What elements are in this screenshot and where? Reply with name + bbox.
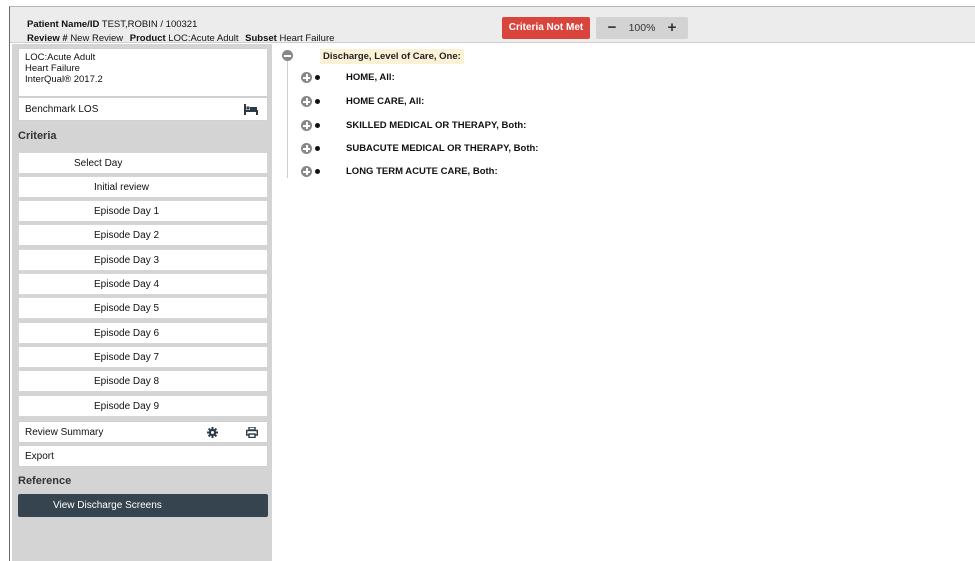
day-label: Episode Day 3 [94,255,160,266]
day-label: Episode Day 4 [94,279,160,290]
select-day-label: Select Day [74,158,123,169]
day-label: Episode Day 5 [94,303,160,314]
tree-root-label: Discharge, Level of Care, One: [320,49,464,64]
tree-node-label: HOME, All: [346,72,395,83]
product-info-card: LOC:Acute Adult Heart Failure InterQual®… [18,48,268,97]
day-episode-5[interactable]: Episode Day 5 [18,297,268,319]
export-button[interactable]: Export [18,445,268,467]
subset-value: Heart Failure [279,33,335,44]
zoom-out-button[interactable]: − [604,17,620,39]
select-day-button[interactable]: Select Day [18,152,268,174]
criteria-tree: Discharge, Level of Care, One: HOME, All… [272,44,972,544]
day-episode-9[interactable]: Episode Day 9 [18,395,268,417]
bullet-icon [315,75,320,80]
day-episode-8[interactable]: Episode Day 8 [18,370,268,392]
bed-icon[interactable] [244,104,258,115]
day-label: Episode Day 9 [94,401,160,412]
expand-icon[interactable] [301,166,312,177]
day-label: Episode Day 8 [94,376,160,387]
patient-value: TEST,ROBIN / 100321 [101,19,198,30]
info-line-product: LOC:Acute Adult [25,52,96,63]
patient-label: Patient Name/ID [27,19,100,30]
benchmark-los-button[interactable]: Benchmark LOS [18,97,268,121]
bullet-icon [315,99,320,104]
review-value: New Review [70,33,124,44]
sidebar: LOC:Acute Adult Heart Failure InterQual®… [12,44,272,561]
expand-icon[interactable] [301,72,312,83]
day-label: Episode Day 7 [94,352,160,363]
review-line: Review # New Review Product LOC:Acute Ad… [27,33,334,44]
subset-label: Subset [245,33,277,44]
bullet-icon [315,146,320,151]
day-label: Initial review [94,182,150,193]
info-line-version: InterQual® 2017.2 [25,74,103,85]
day-episode-3[interactable]: Episode Day 3 [18,249,268,271]
tree-node-label: SUBACUTE MEDICAL OR THERAPY, Both: [346,143,539,154]
zoom-in-button[interactable]: + [664,17,680,39]
product-value: LOC:Acute Adult [168,33,239,44]
reference-heading: Reference [18,475,72,487]
criteria-status-badge[interactable]: Criteria Not Met [502,17,590,39]
day-episode-2[interactable]: Episode Day 2 [18,224,268,246]
patient-line: Patient Name/ID TEST,ROBIN / 100321 [27,19,197,30]
day-episode-6[interactable]: Episode Day 6 [18,322,268,344]
zoom-level: 100% [628,22,656,34]
tree-connector [287,54,288,178]
day-label: Episode Day 6 [94,328,160,339]
zoom-control: − 100% + [596,17,688,39]
review-summary-label: Review Summary [25,427,104,438]
tree-node-label: LONG TERM ACUTE CARE, Both: [346,166,498,177]
criteria-heading: Criteria [18,130,57,142]
review-summary-button[interactable]: Review Summary [18,421,268,443]
expand-icon[interactable] [301,96,312,107]
day-label: Episode Day 2 [94,230,160,241]
gear-icon[interactable] [207,427,218,438]
review-label: Review # [27,33,68,44]
product-label: Product [129,33,166,44]
expand-icon[interactable] [301,143,312,154]
day-episode-7[interactable]: Episode Day 7 [18,346,268,368]
benchmark-los-label: Benchmark LOS [25,104,99,115]
collapse-icon[interactable] [282,50,293,61]
print-icon[interactable] [246,427,258,438]
day-initial-review[interactable]: Initial review [18,176,268,198]
day-label: Episode Day 1 [94,206,160,217]
export-label: Export [25,451,54,462]
day-episode-4[interactable]: Episode Day 4 [18,273,268,295]
bullet-icon [315,123,320,128]
view-discharge-label: View Discharge Screens [53,500,162,511]
review-header: Patient Name/ID TEST,ROBIN / 100321 Revi… [10,7,975,44]
view-discharge-screens-button[interactable]: View Discharge Screens [18,494,268,517]
bullet-icon [315,169,320,174]
tree-node-label: HOME CARE, All: [346,96,425,107]
tree-node-label: SKILLED MEDICAL OR THERAPY, Both: [346,120,527,131]
day-episode-1[interactable]: Episode Day 1 [18,200,268,222]
info-line-subset: Heart Failure [25,63,80,74]
expand-icon[interactable] [301,120,312,131]
